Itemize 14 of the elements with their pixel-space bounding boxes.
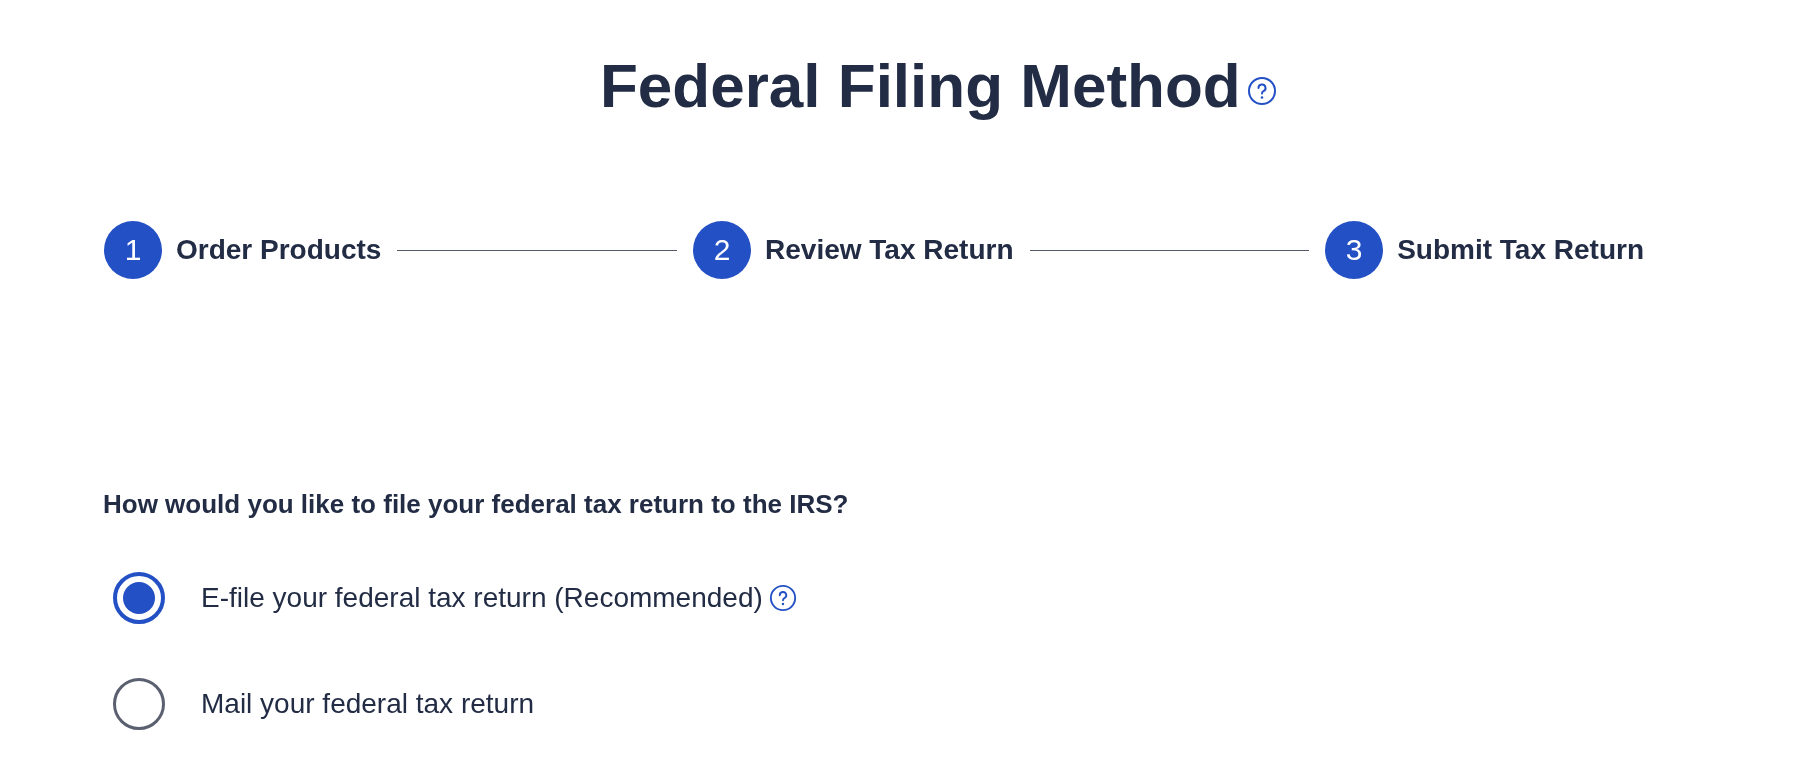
step-number: 1 bbox=[104, 221, 162, 279]
step-label: Review Tax Return bbox=[765, 234, 1014, 266]
page-title: Federal Filing Method bbox=[600, 50, 1241, 122]
step-number: 2 bbox=[693, 221, 752, 279]
radio-button[interactable] bbox=[113, 678, 165, 730]
step-label: Submit Tax Return bbox=[1397, 234, 1644, 266]
question-text: How would you like to file your federal tax return to the IRS? bbox=[103, 489, 850, 520]
option-label[interactable]: E-file your federal tax return (Recommended) bbox=[201, 582, 763, 614]
help-icon[interactable] bbox=[768, 584, 797, 612]
option-label[interactable]: Mail your federal tax return bbox=[201, 688, 535, 720]
radio-button[interactable] bbox=[113, 572, 165, 624]
step-label: Order Products bbox=[176, 234, 382, 266]
help-icon[interactable] bbox=[1246, 76, 1277, 106]
step-number: 3 bbox=[1325, 221, 1384, 279]
